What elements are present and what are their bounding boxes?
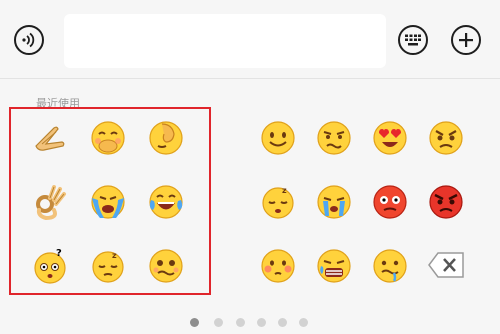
pointing-hand-emoji-icon <box>35 126 65 151</box>
sleepy-emoji-icon: z <box>92 251 124 283</box>
input-toolbar <box>0 0 500 79</box>
sobbing-emoji-icon <box>91 185 125 219</box>
emoji-crying[interactable] <box>316 184 352 220</box>
page-indicator <box>0 318 500 330</box>
facepalm-emoji-icon <box>149 121 183 155</box>
emoji-heart-eyes[interactable] <box>372 120 408 156</box>
tears-of-joy-emoji-icon <box>149 185 183 219</box>
voice-icon <box>22 32 35 48</box>
emoji-sleepy-zz[interactable]: z <box>260 184 296 220</box>
emoji-smile[interactable] <box>260 120 296 156</box>
giggle-emoji-icon <box>91 121 125 155</box>
svg-text:z: z <box>112 251 117 260</box>
grimace-emoji-icon <box>317 121 351 155</box>
voice-button[interactable] <box>14 25 44 55</box>
emoji-sobbing[interactable] <box>90 184 126 220</box>
confused-question-emoji-icon: ? <box>34 248 66 284</box>
emoji-blushing[interactable] <box>260 248 296 284</box>
wobbly-face-emoji-icon <box>149 249 183 283</box>
blushing-emoji-icon <box>261 249 295 283</box>
page-dot-3[interactable] <box>236 318 245 327</box>
heart-eyes-emoji-icon <box>373 121 407 155</box>
page-dot-6[interactable] <box>299 318 308 327</box>
ok-hand-emoji-icon <box>36 185 66 220</box>
emoji-giggle[interactable] <box>90 120 126 156</box>
svg-text:?: ? <box>56 248 62 259</box>
emoji-laugh-crying[interactable] <box>316 248 352 284</box>
drooling-emoji-icon <box>373 249 407 283</box>
emoji-confused[interactable]: ? <box>32 248 68 284</box>
emoji-drooling[interactable] <box>372 248 408 284</box>
plus-icon <box>459 33 473 47</box>
page-dot-1[interactable] <box>190 318 199 327</box>
page-dot-2[interactable] <box>214 318 223 327</box>
emoji-angry-eyebrows[interactable] <box>428 120 464 156</box>
emoji-ok-hand[interactable] <box>32 184 68 220</box>
message-input[interactable] <box>64 14 386 68</box>
keyboard-icon <box>405 34 421 46</box>
angry-eyebrows-emoji-icon <box>429 121 463 155</box>
emoji-tears-of-joy[interactable] <box>148 184 184 220</box>
crying-emoji-icon <box>317 185 351 219</box>
emoji-angry-red[interactable] <box>428 184 464 220</box>
keyboard-button[interactable] <box>398 25 428 55</box>
emoji-wobbly[interactable] <box>148 248 184 284</box>
add-button[interactable] <box>451 25 481 55</box>
flushed-red-emoji-icon <box>373 185 407 219</box>
angry-red-emoji-icon <box>429 185 463 219</box>
emoji-grimace[interactable] <box>316 120 352 156</box>
emoji-flushed-red[interactable] <box>372 184 408 220</box>
page-dot-5[interactable] <box>278 318 287 327</box>
svg-text:z: z <box>282 186 287 195</box>
emoji-sleepy[interactable]: z <box>90 248 126 284</box>
laugh-crying-emoji-icon <box>317 249 351 283</box>
page-dot-4[interactable] <box>257 318 266 327</box>
emoji-pointing-hand[interactable] <box>32 120 68 156</box>
sleepy-zz-emoji-icon: z <box>262 186 294 219</box>
smile-emoji-icon <box>261 121 295 155</box>
backspace-icon <box>428 252 464 278</box>
emoji-facepalm[interactable] <box>148 120 184 156</box>
backspace-button[interactable] <box>427 250 465 280</box>
